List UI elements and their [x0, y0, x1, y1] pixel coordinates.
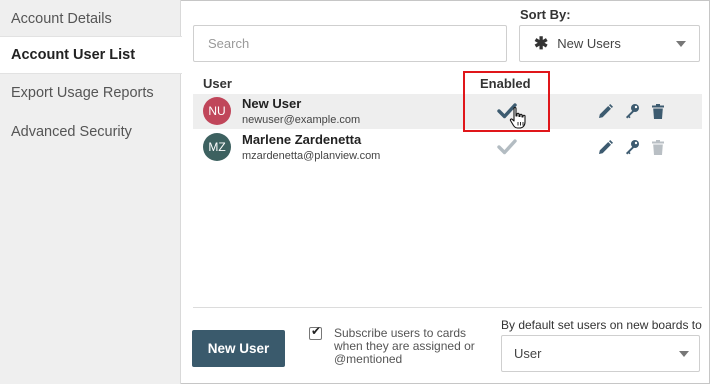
key-icon[interactable] [624, 103, 640, 120]
pencil-icon[interactable] [597, 139, 613, 156]
table-row[interactable]: NU New User newuser@example.com [193, 94, 702, 129]
avatar: NU [203, 97, 231, 125]
sort-dropdown[interactable]: ✱ New Users [519, 25, 700, 62]
default-role-dropdown[interactable]: User [501, 335, 700, 372]
trash-icon [652, 140, 664, 155]
chevron-down-icon [679, 351, 689, 357]
sidebar-item-export-usage-reports[interactable]: Export Usage Reports [0, 74, 181, 112]
avatar: MZ [203, 133, 231, 161]
trash-icon[interactable] [650, 103, 666, 120]
divider [193, 307, 702, 308]
default-role-label: By default set users on new boards to [501, 318, 702, 332]
sidebar: Account Details Account User List Export… [0, 0, 182, 384]
user-name: Marlene Zardenetta [242, 132, 362, 147]
pencil-icon[interactable] [597, 103, 613, 120]
table-row[interactable]: MZ Marlene Zardenetta mzardenetta@planvi… [193, 130, 702, 165]
checkmark-icon[interactable] [497, 138, 517, 156]
sidebar-item-account-user-list[interactable]: Account User List [0, 36, 182, 74]
column-header-enabled: Enabled [480, 76, 531, 91]
sort-by-label: Sort By: [520, 7, 571, 22]
default-role-value: User [514, 346, 542, 361]
key-icon[interactable] [624, 139, 640, 156]
sidebar-item-account-details[interactable]: Account Details [0, 0, 181, 38]
column-header-user: User [203, 76, 232, 91]
user-name: New User [242, 96, 302, 111]
user-table: User Enabled NU New User newuser@example… [193, 70, 702, 307]
sort-value: New Users [557, 36, 621, 51]
sidebar-item-advanced-security[interactable]: Advanced Security [0, 113, 181, 151]
subscribe-label: Subscribe users to cards when they are a… [334, 326, 475, 366]
new-user-button[interactable]: New User [192, 330, 285, 367]
search-input[interactable] [193, 25, 507, 62]
asterisk-icon: ✱ [534, 34, 549, 53]
user-email: newuser@example.com [242, 114, 361, 126]
user-email: mzardenetta@planview.com [242, 150, 381, 162]
subscribe-checkbox[interactable]: ✔ [309, 324, 322, 340]
hand-cursor-icon [509, 107, 526, 129]
chevron-down-icon [676, 41, 686, 47]
check-icon: ✔ [311, 324, 322, 338]
main-panel: Sort By: ✱ New Users User Enabled NU New… [182, 0, 709, 384]
